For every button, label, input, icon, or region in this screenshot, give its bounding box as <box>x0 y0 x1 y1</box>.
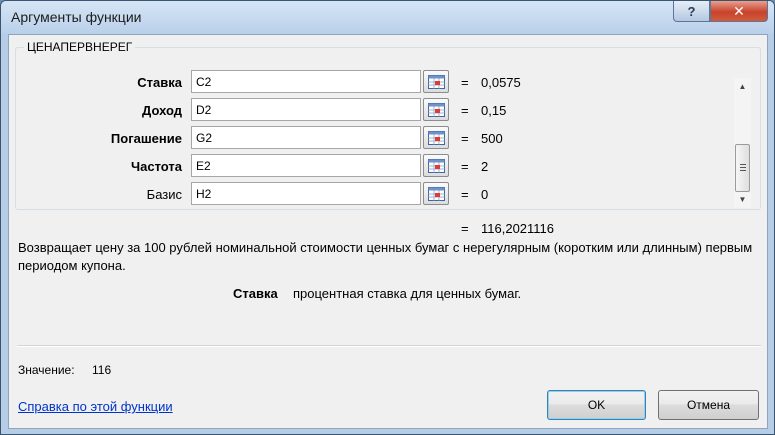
function-arguments-dialog: Аргументы функции ? ✕ ЦЕНАПЕРВНЕРЕГ Став… <box>0 0 775 435</box>
argument-value: 2 <box>481 159 489 174</box>
range-select-icon <box>428 75 445 89</box>
argument-input-redemption[interactable]: G2 <box>191 126 421 149</box>
equals-sign: = <box>461 131 469 146</box>
function-name: ЦЕНАПЕРВНЕРЕГ <box>24 40 136 54</box>
dialog-body: ЦЕНАПЕРВНЕРЕГ Ставка C2 = 0,0575 Доход D… <box>8 34 768 429</box>
function-description: Возвращает цену за 100 рублей номинально… <box>18 240 753 273</box>
argument-row-basis: Базис H2 = 0 <box>16 182 756 206</box>
help-icon: ? <box>687 3 696 19</box>
equals-sign: = <box>461 103 469 118</box>
argument-label: Частота <box>130 159 182 174</box>
argument-label: Погашение <box>110 131 182 146</box>
argument-value: 500 <box>481 131 503 146</box>
argument-label: Базис <box>146 187 182 202</box>
range-select-icon <box>428 131 445 145</box>
argument-value: 0,0575 <box>481 75 521 90</box>
collapse-dialog-button[interactable] <box>423 70 449 93</box>
argument-input-yield[interactable]: D2 <box>191 98 421 121</box>
help-button[interactable]: ? <box>673 1 710 22</box>
cancel-button[interactable]: Отмена <box>658 390 759 420</box>
argument-label: Доход <box>142 103 182 118</box>
scrollbar-thumb[interactable] <box>735 144 750 192</box>
close-icon: ✕ <box>733 2 745 19</box>
title-bar[interactable]: Аргументы функции ? ✕ <box>1 1 774 34</box>
close-button[interactable]: ✕ <box>710 1 768 22</box>
result-equals-sign: = <box>461 221 469 236</box>
equals-sign: = <box>461 159 469 174</box>
argument-input-basis[interactable]: H2 <box>191 182 421 205</box>
argument-value: 0,15 <box>481 103 507 118</box>
equals-sign: = <box>461 75 469 90</box>
current-argument-help: процентная ставка для ценных бумаг. <box>293 286 522 301</box>
collapse-dialog-button[interactable] <box>423 126 449 149</box>
argument-row-yield: Доход D2 = 0,15 <box>16 98 756 122</box>
scroll-down-icon[interactable]: ▼ <box>734 191 751 208</box>
arguments-scrollbar[interactable]: ▲ ▼ <box>734 78 751 208</box>
argument-value: 0 <box>481 187 489 202</box>
argument-row-frequency: Частота E2 = 2 <box>16 154 756 178</box>
collapse-dialog-button[interactable] <box>423 182 449 205</box>
function-arguments-group: ЦЕНАПЕРВНЕРЕГ Ставка C2 = 0,0575 Доход D… <box>15 40 761 210</box>
collapse-dialog-button[interactable] <box>423 154 449 177</box>
ok-button-label: OK <box>587 398 606 412</box>
argument-input-rate[interactable]: C2 <box>191 70 421 93</box>
grip-line <box>740 170 746 171</box>
range-select-icon <box>428 159 445 173</box>
grip-line <box>740 164 746 165</box>
help-link[interactable]: Справка по этой функции <box>18 399 173 414</box>
ok-button[interactable]: OK <box>547 390 646 420</box>
range-select-icon <box>428 187 445 201</box>
argument-label: Ставка <box>137 75 182 90</box>
value-result: 116 <box>92 363 112 377</box>
divider <box>17 345 761 347</box>
equals-sign: = <box>461 187 469 202</box>
value-label: Значение: <box>18 363 75 377</box>
scroll-up-icon[interactable]: ▲ <box>734 78 751 95</box>
window-title: Аргументы функции <box>11 9 142 25</box>
argument-input-frequency[interactable]: E2 <box>191 154 421 177</box>
range-select-icon <box>428 103 445 117</box>
formula-result: 116,2021116 <box>481 221 555 236</box>
argument-row-rate: Ставка C2 = 0,0575 <box>16 70 756 94</box>
current-argument-name: Ставка <box>233 286 278 301</box>
collapse-dialog-button[interactable] <box>423 98 449 121</box>
grip-line <box>740 167 746 168</box>
argument-row-redemption: Погашение G2 = 500 <box>16 126 756 150</box>
cancel-button-label: Отмена <box>686 398 731 412</box>
